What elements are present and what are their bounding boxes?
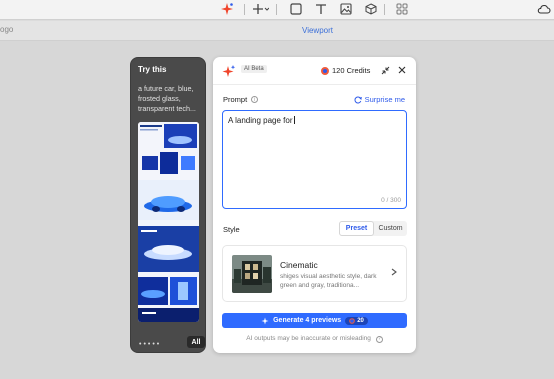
viewport-ruler: ogo Viewport xyxy=(0,21,554,41)
generate-previews-button[interactable]: Generate 4 previews 20 xyxy=(222,313,407,328)
credits-label: 120 Credits xyxy=(332,66,371,75)
grid-icon[interactable] xyxy=(393,1,411,17)
try-this-title: Try this xyxy=(138,65,167,74)
close-icon[interactable] xyxy=(397,65,407,75)
surprise-me-label: Surprise me xyxy=(364,95,405,104)
style-description: shiges visual aesthetic style, dark gree… xyxy=(280,273,377,289)
chevron-right-icon[interactable] xyxy=(391,268,397,278)
credits-coin-icon xyxy=(321,66,329,75)
example-preview-image xyxy=(138,122,199,322)
viewport-label: Viewport xyxy=(302,26,333,35)
collapse-icon[interactable] xyxy=(380,65,390,75)
toolbar-divider xyxy=(244,4,245,15)
character-counter: 0 / 300 xyxy=(381,197,401,204)
rectangle-icon[interactable] xyxy=(287,1,305,17)
text-icon[interactable] xyxy=(312,1,330,17)
cube-icon[interactable] xyxy=(362,1,380,17)
generate-cost: 20 xyxy=(357,317,364,324)
top-toolbar xyxy=(0,0,554,20)
header-divider xyxy=(213,84,416,85)
custom-tab[interactable]: Custom xyxy=(374,221,407,236)
prompt-label-row: Prompt i xyxy=(223,95,259,104)
try-this-description[interactable]: a future car, blue, frosted glass, trans… xyxy=(138,84,202,114)
beta-badge: AI Beta xyxy=(241,65,267,73)
try-this-panel: Try this a future car, blue, frosted gla… xyxy=(130,57,206,353)
credit-coin-icon xyxy=(349,317,356,324)
style-preset-card[interactable]: Cinematic shiges visual aesthetic style,… xyxy=(222,245,407,302)
toolbar-divider xyxy=(384,4,385,15)
prompt-text: A landing page for xyxy=(228,116,293,125)
ai-generator-panel: AI Beta 120 Credits Prompt i Surprise me… xyxy=(213,57,416,353)
ruler-left-label: ogo xyxy=(0,25,14,34)
prompt-label: Prompt xyxy=(223,95,248,104)
style-thumbnail xyxy=(232,255,272,293)
info-icon[interactable]: i xyxy=(251,96,259,103)
sparkle-icon xyxy=(261,317,269,324)
plus-icon[interactable] xyxy=(252,1,270,17)
example-preview-thumbnails[interactable] xyxy=(138,122,199,322)
ai-sparkle-icon[interactable] xyxy=(218,1,236,17)
surprise-me-button[interactable]: Surprise me xyxy=(354,95,405,104)
ai-logo-icon xyxy=(222,64,236,78)
style-mode-toggle: Preset Custom xyxy=(339,221,407,236)
generate-cost-badge: 20 xyxy=(345,316,368,325)
cloud-icon[interactable] xyxy=(536,1,552,17)
text-caret xyxy=(293,116,295,124)
image-icon[interactable] xyxy=(337,1,355,17)
disclaimer-text: AI outputs may be inaccurate or misleadi… xyxy=(246,335,371,342)
prompt-textarea[interactable]: A landing page for 0 / 300 xyxy=(222,110,407,209)
refresh-icon xyxy=(354,96,362,103)
all-examples-button[interactable]: All xyxy=(187,336,205,348)
question-icon[interactable]: ? xyxy=(375,335,383,343)
generate-label: Generate 4 previews xyxy=(273,317,342,324)
credits-display[interactable]: 120 Credits xyxy=(321,66,370,75)
ai-disclaimer: AI outputs may be inaccurate or misleadi… xyxy=(213,335,416,343)
style-name: Cinematic xyxy=(280,260,318,270)
carousel-dots[interactable]: ••••• xyxy=(139,341,161,348)
style-label: Style xyxy=(223,225,240,234)
toolbar-divider xyxy=(276,4,277,15)
preset-tab[interactable]: Preset xyxy=(339,221,374,236)
